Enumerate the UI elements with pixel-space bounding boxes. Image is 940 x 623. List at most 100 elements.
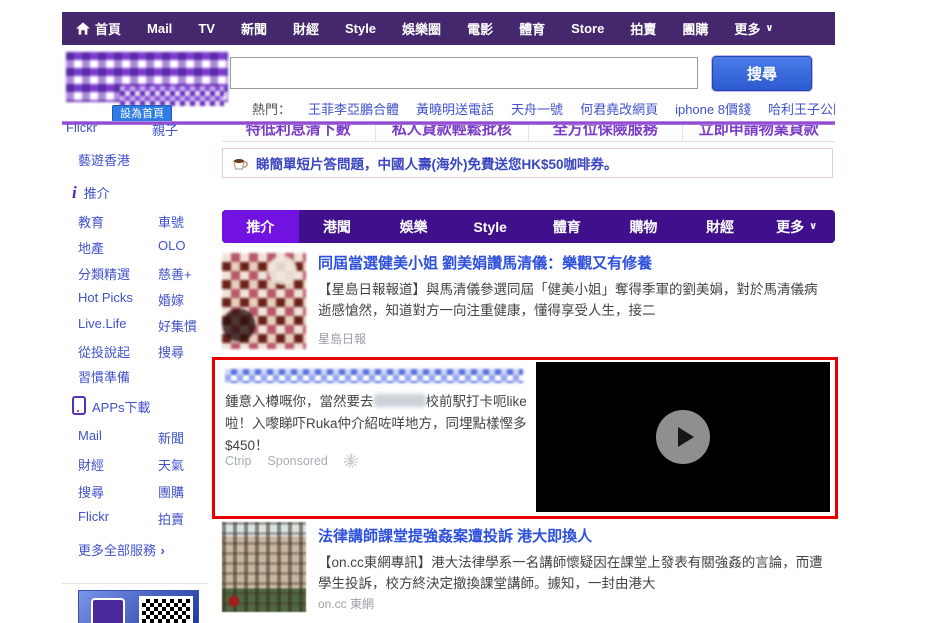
loan-banner-item[interactable]: 私人貸款輕鬆批核: [375, 125, 529, 141]
ad-video-player[interactable]: [536, 362, 830, 512]
promo-banner: 睇簡單短片答問題，中國人壽(海外)免費送您HK$50咖啡券。: [222, 148, 833, 178]
chevron-down-icon: ∨: [765, 23, 773, 34]
loan-banner-item[interactable]: 全方位保險服務: [528, 125, 682, 141]
tab-shopping[interactable]: 購物: [605, 210, 682, 243]
sidebar-app-auction[interactable]: 拍賣: [158, 509, 184, 528]
search-button[interactable]: 搜尋: [712, 56, 812, 91]
tab-more-label: 更多: [776, 217, 804, 237]
nav-item-mail[interactable]: Mail: [147, 21, 172, 36]
tab-finance[interactable]: 財經: [682, 210, 759, 243]
tab-recommended[interactable]: 推介: [222, 210, 299, 243]
trending-label: 熱門：: [252, 99, 291, 117]
tab-more[interactable]: 更多 ∨: [758, 210, 835, 243]
trending-link[interactable]: 王菲李亞鵬合體: [308, 99, 399, 117]
sidebar-app-flickr[interactable]: Flickr: [78, 509, 109, 524]
sidebar-item-wedding[interactable]: 婚嫁: [158, 290, 184, 309]
sidebar-item-olo[interactable]: OLO: [158, 238, 185, 253]
nav-item-finance[interactable]: 財經: [293, 19, 319, 38]
ad-body-redacted: [374, 394, 426, 407]
yahoo-hk-homepage: 首頁 Mail TV 新聞 財經 Style 娛樂圈 電影 體育 Store 拍…: [0, 0, 940, 623]
news-source: on.cc 東網: [318, 595, 374, 612]
nav-item-sports[interactable]: 體育: [519, 19, 545, 38]
tab-entertainment[interactable]: 娛樂: [375, 210, 452, 243]
ad-advertiser[interactable]: Ctrip: [225, 454, 251, 468]
sidebar-item-charity[interactable]: 慈善+: [158, 264, 192, 283]
trending-link[interactable]: 天舟一號: [511, 99, 563, 117]
loan-banner-item[interactable]: 特低利息清下數: [222, 125, 375, 141]
promo-text[interactable]: 睇簡單短片答問題，中國人壽(海外)免費送您HK$50咖啡券。: [256, 153, 618, 173]
sidebar-item-classifieds[interactable]: 分類精選: [78, 264, 130, 283]
sidebar-item-search[interactable]: 搜尋: [158, 342, 184, 361]
sidebar-intro-label: 推介: [84, 186, 110, 201]
qr-code: [139, 596, 193, 623]
tab-sports[interactable]: 體育: [529, 210, 606, 243]
tab-hk-news[interactable]: 港聞: [299, 210, 376, 243]
play-button[interactable]: [656, 410, 710, 464]
sidebar-app-finance[interactable]: 財經: [78, 455, 104, 474]
nav-item-movies[interactable]: 電影: [467, 19, 493, 38]
news-title[interactable]: 同屆當選健美小姐 劉美娟讚馬清儀：樂觀又有修養: [318, 252, 652, 273]
news-body: 【on.cc東網專訊】港大法律學系一名講師懷疑因在課堂上發表有關強姦的言論，而遭…: [318, 552, 826, 594]
nav-item-tv[interactable]: TV: [198, 21, 215, 36]
sidebar-item-flickr[interactable]: Flickr: [66, 124, 97, 135]
sidebar-intro-header[interactable]: i推介: [72, 183, 110, 203]
nav-item-celebrity[interactable]: 娛樂圈: [402, 19, 441, 38]
sidebar-item-art[interactable]: 藝遊香港: [78, 150, 130, 169]
sidebar-item-education[interactable]: 教育: [78, 212, 104, 231]
sidebar-item-invest[interactable]: 從投說起: [78, 342, 130, 361]
nav-item-news[interactable]: 新聞: [241, 19, 267, 38]
news-body: 【星島日報報道】與馬清儀參選同屆「健美小姐」奪得季軍的劉美娟，對於馬清儀病逝感愴…: [318, 279, 826, 321]
more-services-label: 更多全部服務: [78, 543, 156, 558]
yahoo-logo-subtext-pixelated: [120, 86, 224, 106]
nav-item-more[interactable]: 更多 ∨: [734, 19, 773, 38]
chevron-down-icon: ∨: [809, 221, 817, 232]
clipped-loan-banner: 特低利息清下數 私人貸款輕鬆批核 全方位保險服務 立即申請物業貸款: [222, 125, 835, 142]
app-download-banner[interactable]: [78, 590, 199, 623]
sidebar-apps-header[interactable]: APPs下載: [72, 396, 151, 417]
sidebar-item-goodhabit[interactable]: 好集慣: [158, 316, 197, 335]
sidebar-item-car[interactable]: 車號: [158, 212, 184, 231]
sidebar-app-mail[interactable]: Mail: [78, 428, 102, 443]
sidebar-app-search[interactable]: 搜尋: [78, 482, 104, 501]
tab-style[interactable]: Style: [452, 210, 529, 243]
sidebar-app-news[interactable]: 新聞: [158, 428, 184, 447]
sidebar-item-hotpicks[interactable]: Hot Picks: [78, 290, 133, 305]
nav-item-store[interactable]: Store: [571, 21, 604, 36]
ad-body-text: 鍾意入樽嘅你，當然要去校前駅打卡呃like啦！入嚟睇吓Ruka仲介紹咗咩地方，同…: [225, 391, 533, 457]
nav-item-home[interactable]: 首頁: [76, 19, 121, 38]
trending-link[interactable]: 黃曉明送電話: [416, 99, 494, 117]
sidebar-app-deals[interactable]: 團購: [158, 482, 184, 501]
news-thumbnail-pixelated[interactable]: [222, 253, 306, 349]
ad-sponsored-label: Sponsored: [267, 454, 327, 468]
sidebar-item-family[interactable]: 親子: [152, 124, 178, 139]
ad-title-pixelated[interactable]: [225, 369, 523, 383]
sponsored-ad-highlighted: 鍾意入樽嘅你，當然要去校前駅打卡呃like啦！入嚟睇吓Ruka仲介紹咗咩地方，同…: [212, 357, 838, 519]
sidebar-app-weather[interactable]: 天氣: [158, 455, 184, 474]
trending-link[interactable]: 哈利王子公開女友: [768, 99, 835, 117]
ad-body-pre: 鍾意入樽嘅你，當然要去: [225, 394, 374, 409]
news-thumbnail-building[interactable]: [222, 522, 306, 612]
nav-item-auctions[interactable]: 拍賣: [630, 19, 656, 38]
news-title[interactable]: 法律講師課堂提強姦案遭投訴 港大即換人: [318, 525, 592, 546]
sidebar-clipped-row: Flickr 親子: [62, 124, 212, 140]
trending-row: 熱門： 王菲李亞鵬合體 黃曉明送電話 天舟一號 何君堯改網頁 iphone 8價…: [252, 99, 835, 117]
sidebar-more-services[interactable]: 更多全部服務 ›: [78, 540, 165, 560]
nav-item-deals[interactable]: 團購: [682, 19, 708, 38]
loan-banner-item[interactable]: 立即申請物業貸款: [682, 125, 836, 141]
news-item-2: 法律講師課堂提強姦案遭投訴 港大即換人 【on.cc東網專訊】港大法律學系一名講…: [222, 522, 835, 622]
play-icon: [678, 427, 694, 447]
sidebar-item-livelife[interactable]: Live.Life: [78, 316, 126, 331]
search-input[interactable]: [230, 57, 698, 89]
phone-image: [91, 598, 125, 623]
content-tab-bar: 推介 港聞 娛樂 Style 體育 購物 財經 更多 ∨: [222, 210, 835, 243]
trending-link[interactable]: iphone 8價錢: [675, 99, 751, 117]
nav-item-style[interactable]: Style: [345, 21, 376, 36]
sidebar-apps-label: APPs下載: [92, 400, 151, 415]
sidebar-item-habit[interactable]: 習慣準備: [78, 367, 130, 386]
adchoices-icon[interactable]: $: [344, 454, 358, 468]
sidebar-item-property[interactable]: 地產: [78, 238, 104, 257]
sidebar-divider: [62, 583, 207, 584]
trending-link[interactable]: 何君堯改網頁: [580, 99, 658, 117]
more-arrow-icon: ›: [160, 543, 164, 558]
coffee-icon: [232, 156, 249, 171]
